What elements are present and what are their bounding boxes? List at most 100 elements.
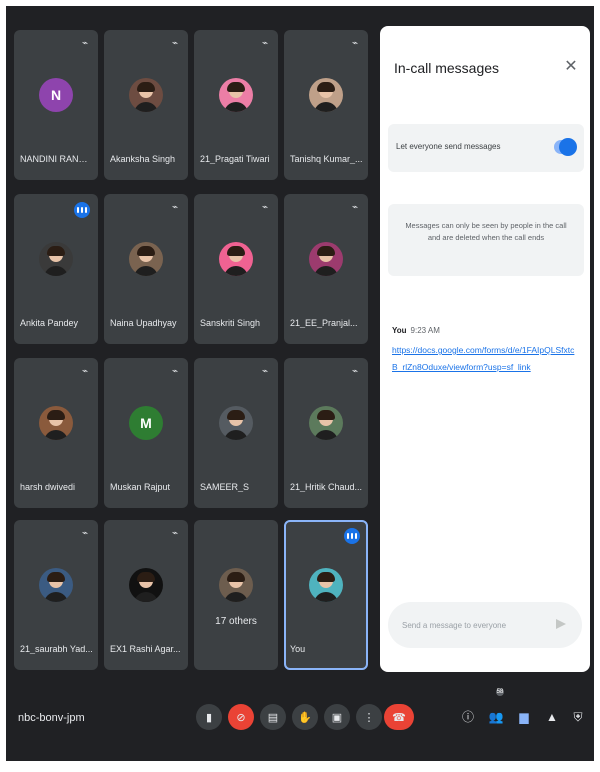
avatar-hair [137,82,155,92]
mic-off-icon: ⌁ [171,38,179,49]
avatar: N [39,78,73,112]
avatar [39,568,73,602]
participant-grid: N ⌁ NANDINI RANDI... ⌁ Akanksha Singh ⌁ 21_Pra… [14,30,378,675]
chat-panel-title: In-call messages [394,60,500,76]
participant-name: Tanishq Kumar_... [290,154,363,164]
participant-tile[interactable]: ⌁ SAMEER_S [194,358,278,508]
avatar-hair [137,246,155,256]
others-count: 17 others [215,616,257,627]
participant-tile[interactable]: ⌁ Tanishq Kumar_... [284,30,368,180]
participant-name: Akanksha Singh [110,154,176,164]
participant-name: 21_EE_Pranjal... [290,318,358,328]
mic-off-icon: ⌁ [351,366,359,377]
camera-off-icon: ⊘ [236,711,246,724]
send-messages-toggle[interactable] [554,138,577,156]
speaking-indicator-icon [74,202,90,218]
mic-off-icon: ⌁ [351,38,359,49]
meeting-code: nbc-bonv-jpm [18,712,85,724]
avatar-initial: N [50,87,62,103]
participant-tile[interactable]: ⌁ 21_Pragati Tiwari [194,30,278,180]
participant-tile[interactable]: ⌁ Naina Upadhyay [104,194,188,344]
participant-tile[interactable]: N ⌁ NANDINI RANDI... [14,30,98,180]
avatar-body [224,102,248,112]
camera-button[interactable]: ⊘ [228,704,254,730]
avatar [309,78,343,112]
participant-tile[interactable]: ⌁ 21_Hritik Chaud... [284,358,368,508]
participant-name: Muskan Rajput [110,482,171,492]
mic-off-icon: ⌁ [81,38,89,49]
people-icon: 👥 [488,710,504,724]
participant-tile[interactable]: ⌁ EX1 Rashi Agar... [104,520,188,670]
message-header: You 9:23 AM [392,326,440,335]
send-messages-setting: Let everyone send messages [388,124,584,172]
avatar-hair [317,410,335,420]
mic-off-icon: ⌁ [261,366,269,377]
avatar [309,406,343,440]
avatar [129,568,163,602]
avatar-hair [317,572,335,582]
avatar-hair [47,572,65,582]
present-button[interactable]: ▣ [324,704,350,730]
others-tile[interactable]: 17 others [194,520,278,670]
participant-tile[interactable]: M ⌁ Muskan Rajput [104,358,188,508]
avatar [39,242,73,276]
info-button[interactable]: ⓘ [460,708,476,726]
participant-name: Sanskriti Singh [200,318,261,328]
phone-hangup-icon: ☎ [392,711,406,724]
avatar-body [314,430,338,440]
mic-off-icon: ⌁ [81,528,89,539]
send-icon[interactable] [556,619,566,629]
mic-off-icon: ⌁ [351,202,359,213]
avatar-body [44,430,68,440]
lock-person-icon: ⛨ [573,710,583,724]
avatar [219,78,253,112]
participant-name: Ankita Pandey [20,318,79,328]
raise-hand-button[interactable]: ✋ [292,704,318,730]
mic-off-icon: ⌁ [261,38,269,49]
avatar [129,78,163,112]
avatar-body [224,592,248,602]
meet-window: N ⌁ NANDINI RANDI... ⌁ Akanksha Singh ⌁ 21_Pra… [6,6,594,761]
leave-call-button[interactable]: ☎ [384,704,414,730]
participant-tile[interactable]: ⌁ 21_saurabh Yad... [14,520,98,670]
chat-button[interactable]: ▆ [516,708,532,726]
participant-tile[interactable]: Ankita Pandey [14,194,98,344]
people-button[interactable]: 👥 [488,708,504,726]
avatar [309,568,343,602]
message-link[interactable]: https://docs.google.com/forms/d/e/1FAIpQ… [392,342,578,376]
avatar [219,242,253,276]
participant-name: 21_Pragati Tiwari [200,154,270,164]
avatar-hair [227,410,245,420]
avatar [129,242,163,276]
avatar-initial: M [140,415,152,431]
participant-tile[interactable]: ⌁ harsh dwivedi [14,358,98,508]
participant-name: NANDINI RANDI... [20,154,94,164]
avatar-body [134,102,158,112]
chat-icon: ▆ [519,710,529,724]
activities-button[interactable]: ▲ [544,708,560,726]
avatar [219,568,253,602]
more-options-button[interactable]: ⋮ [356,704,382,730]
self-tile[interactable]: You [284,520,368,670]
shapes-icon: ▲ [546,710,558,724]
avatar-body [314,102,338,112]
captions-button[interactable]: ▤ [260,704,286,730]
participant-count-badge: 58 [496,688,504,696]
participant-tile[interactable]: ⌁ Sanskriti Singh [194,194,278,344]
hand-icon: ✋ [298,711,312,724]
avatar: M [129,406,163,440]
mic-off-icon: ⌁ [171,366,179,377]
close-icon[interactable]: ✕ [562,58,580,76]
mic-button[interactable]: ▮ [196,704,222,730]
info-icon: ⓘ [461,710,474,724]
participant-name: 21_Hritik Chaud... [290,482,363,492]
avatar-hair [47,246,65,256]
participant-tile[interactable]: ⌁ Akanksha Singh [104,30,188,180]
participant-name: SAMEER_S [200,482,250,492]
avatar-body [314,266,338,276]
avatar-hair [227,82,245,92]
participant-tile[interactable]: ⌁ 21_EE_Pranjal... [284,194,368,344]
host-controls-button[interactable]: ⛨ [570,708,586,726]
mic-icon: ▮ [205,711,213,724]
chat-message-input[interactable] [388,602,582,648]
